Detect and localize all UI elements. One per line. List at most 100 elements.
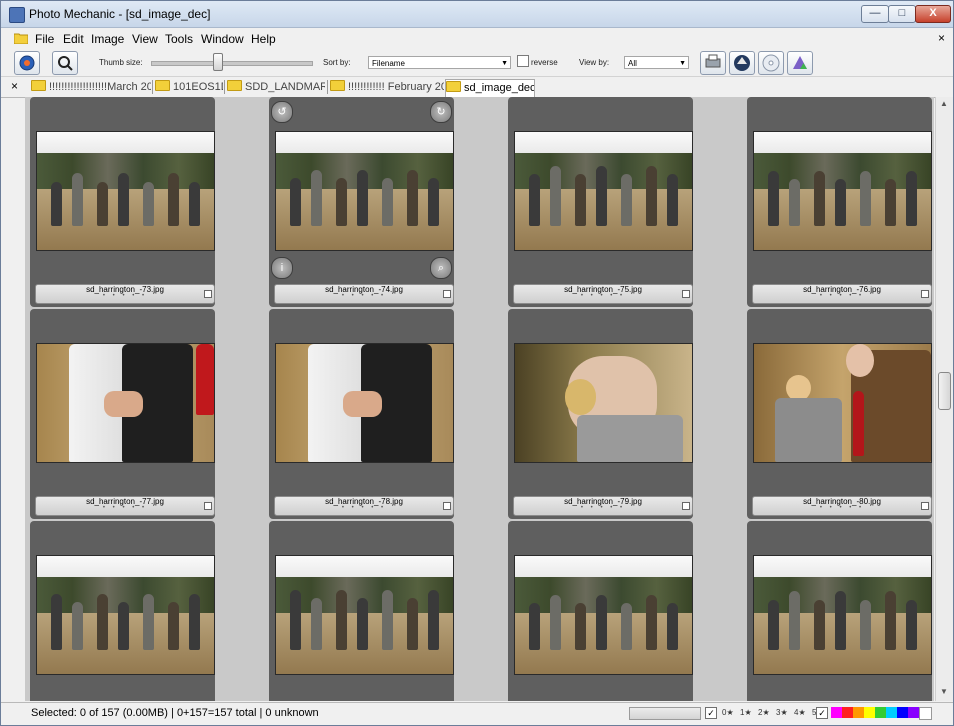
view-by-select[interactable]: All ▼ — [624, 56, 689, 69]
thumbnail-image[interactable] — [753, 131, 932, 251]
photo-shape — [290, 590, 301, 651]
tag-checkbox[interactable] — [443, 502, 451, 510]
print-button[interactable] — [700, 51, 726, 75]
burn-disc-button[interactable] — [758, 51, 784, 75]
thumbnail-image[interactable] — [753, 343, 932, 463]
zoom-icon[interactable]: ⌕ — [430, 257, 452, 279]
thumbnail-cell[interactable]: sd_harrington_-76.jpg • • • • • — [747, 97, 932, 307]
reverse-checkbox[interactable] — [517, 55, 529, 67]
folder-icon — [227, 80, 242, 91]
rating-1-filter[interactable]: 1★ — [740, 708, 752, 717]
rating-3-filter[interactable]: 3★ — [776, 708, 788, 717]
color-label-swatch[interactable] — [842, 707, 853, 718]
thumbnail-image[interactable] — [36, 343, 215, 463]
thumb-size-slider-thumb[interactable] — [213, 53, 223, 71]
scroll-up-arrow[interactable]: ▲ — [940, 99, 948, 108]
menu-window[interactable]: Window — [201, 32, 244, 46]
thumbnail-rating-dots[interactable]: • • • • • — [753, 293, 931, 299]
color-label-swatch[interactable] — [897, 707, 908, 718]
color-filter-checkbox[interactable]: ✓ — [816, 707, 828, 719]
rotate-right-icon[interactable]: ↻ — [430, 101, 452, 123]
rating-4-filter[interactable]: 4★ — [794, 708, 806, 717]
thumbnail-cell[interactable]: sd_harrington_-74.jpg • • • • • ↺ ↻ i ⌕ — [269, 97, 454, 307]
thumbnail-cell[interactable]: sd_harrington_-79.jpg • • • • • — [508, 309, 693, 519]
tab-folder[interactable]: !!!!!!!!!!!! February 2012 — [330, 79, 444, 96]
info-icon[interactable]: i — [271, 257, 293, 279]
thumbnail-rating-dots[interactable]: • • • • • — [753, 505, 931, 511]
close-document-button[interactable]: × — [938, 31, 945, 45]
tag-checkbox[interactable] — [682, 502, 690, 510]
sort-by-select[interactable]: Filename ▼ — [368, 56, 511, 69]
menu-image[interactable]: Image — [91, 32, 124, 46]
vertical-scrollbar[interactable]: ▲ ▼ — [935, 97, 953, 701]
thumbnail-cell[interactable]: sd_harrington_-77.jpg • • • • • — [30, 309, 215, 519]
menu-file[interactable]: File — [35, 32, 54, 46]
thumbnail-rating-dots[interactable]: • • • • • — [36, 505, 214, 511]
ingest-button[interactable] — [14, 51, 40, 75]
thumbnail-rating-dots[interactable]: • • • • • — [36, 293, 214, 299]
tag-checkbox[interactable] — [443, 290, 451, 298]
thumbnail-rating-dots[interactable]: • • • • • — [275, 293, 453, 299]
rating-2-filter[interactable]: 2★ — [758, 708, 770, 717]
thumbnail-image[interactable] — [275, 555, 454, 675]
thumbnail-image[interactable] — [275, 131, 454, 251]
rating-filter-checkbox[interactable]: ✓ — [705, 707, 717, 719]
minimize-button[interactable]: — — [861, 5, 889, 23]
tag-checkbox[interactable] — [204, 290, 212, 298]
thumbnail-cell[interactable]: sd_harrington_-75.jpg • • • • • — [508, 97, 693, 307]
color-label-swatch[interactable] — [875, 707, 886, 718]
menu-tools[interactable]: Tools — [165, 32, 193, 46]
thumbnail-cell[interactable] — [508, 521, 693, 701]
menu-edit[interactable]: Edit — [63, 32, 84, 46]
scrollbar-thumb[interactable] — [938, 372, 951, 410]
menu-help[interactable]: Help — [251, 32, 276, 46]
thumbnail-image[interactable] — [514, 555, 693, 675]
tab-folder[interactable]: !!!!!!!!!!!!!!!!!!!March 201 — [31, 79, 151, 96]
thumbnail-rating-dots[interactable]: • • • • • — [514, 293, 692, 299]
view-by-value: All — [628, 59, 637, 68]
tag-checkbox[interactable] — [682, 290, 690, 298]
menu-view[interactable]: View — [132, 32, 158, 46]
color-label-swatch[interactable] — [831, 707, 842, 718]
thumbnail-cell[interactable]: sd_harrington_-80.jpg • • • • • — [747, 309, 932, 519]
tag-checkbox[interactable] — [921, 290, 929, 298]
color-label-swatch[interactable] — [919, 707, 932, 720]
close-window-button[interactable]: X — [915, 5, 951, 23]
thumbnail-cell[interactable]: sd_harrington_-73.jpg • • • • • — [30, 97, 215, 307]
thumbnail-caption: sd_harrington_-77.jpg • • • • • — [35, 496, 215, 516]
tag-checkbox[interactable] — [204, 502, 212, 510]
zoom-button[interactable] — [52, 51, 78, 75]
thumbnail-cell[interactable]: sd_harrington_-78.jpg • • • • • — [269, 309, 454, 519]
rotate-left-icon[interactable]: ↺ — [271, 101, 293, 123]
thumbnail-rating-dots[interactable]: • • • • • — [275, 505, 453, 511]
tab-folder-active[interactable]: sd_image_dec — [445, 79, 535, 97]
maximize-button[interactable]: □ — [888, 5, 916, 23]
color-label-swatch[interactable] — [908, 707, 919, 718]
thumbnail-image[interactable] — [753, 555, 932, 675]
thumbnail-cell[interactable] — [269, 521, 454, 701]
contact-sheet[interactable]: sd_harrington_-73.jpg • • • • • sd_harring… — [25, 97, 934, 701]
tab-folder[interactable]: SDD_LANDMARK — [227, 79, 325, 96]
open-folder-icon[interactable] — [14, 32, 28, 44]
thumbnail-image[interactable] — [36, 131, 215, 251]
color-picker-icon — [793, 56, 807, 69]
thumbnail-cell[interactable] — [747, 521, 932, 701]
thumbnail-image[interactable] — [36, 555, 215, 675]
tab-folder[interactable]: 101EOS1D — [155, 79, 223, 96]
upload-button[interactable] — [729, 51, 755, 75]
thumb-size-slider-track[interactable] — [151, 61, 313, 66]
color-class-button[interactable] — [787, 51, 813, 75]
close-tab-button[interactable]: × — [11, 79, 18, 93]
thumbnail-image[interactable] — [514, 343, 693, 463]
color-label-swatch[interactable] — [864, 707, 875, 718]
thumbnail-rating-dots[interactable]: • • • • • — [514, 505, 692, 511]
thumbnail-image[interactable] — [514, 131, 693, 251]
photo-shape — [406, 598, 418, 651]
thumbnail-cell[interactable] — [30, 521, 215, 701]
color-label-swatch[interactable] — [886, 707, 897, 718]
scroll-down-arrow[interactable]: ▼ — [940, 687, 948, 696]
tag-checkbox[interactable] — [921, 502, 929, 510]
rating-0-filter[interactable]: 0★ — [722, 708, 734, 717]
thumbnail-image[interactable] — [275, 343, 454, 463]
color-label-swatch[interactable] — [853, 707, 864, 718]
